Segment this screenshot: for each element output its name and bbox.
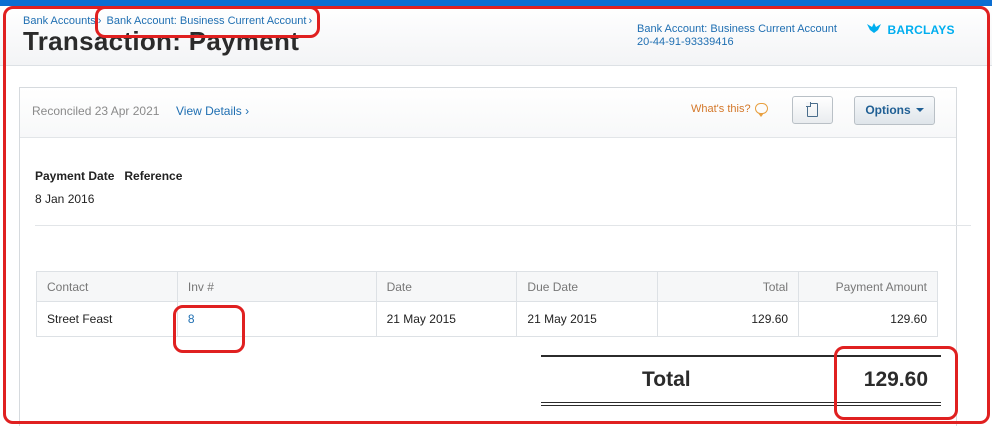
reconcile-status-bar: Reconciled 23 Apr 2021 View Details › Wh… bbox=[20, 88, 956, 138]
bank-name: BARCLAYS bbox=[887, 23, 955, 37]
total-rule-top bbox=[541, 355, 941, 357]
whats-this-link[interactable]: What's this? bbox=[691, 103, 768, 117]
payment-details: Payment Date Reference 8 Jan 2016 bbox=[35, 169, 192, 206]
invoice-lines-table: Contact Inv # Date Due Date Total Paymen… bbox=[36, 271, 938, 337]
page-title: Transaction: Payment bbox=[23, 26, 300, 56]
column-header-total: Total bbox=[657, 271, 800, 302]
table-row: Street Feast 8 21 May 2015 21 May 2015 1… bbox=[36, 301, 938, 337]
reference-label: Reference bbox=[124, 169, 183, 183]
table-header-row: Contact Inv # Date Due Date Total Paymen… bbox=[36, 271, 938, 302]
column-header-contact: Contact bbox=[36, 271, 178, 302]
caret-down-icon bbox=[915, 108, 924, 112]
invoice-link[interactable]: 8 bbox=[188, 312, 195, 326]
page-header: Bank Accounts › Bank Account: Business Cu… bbox=[0, 6, 992, 66]
breadcrumb-separator: › bbox=[308, 15, 313, 27]
speech-bubble-icon bbox=[754, 103, 768, 117]
total-label: Total bbox=[642, 368, 691, 391]
column-header-payment-amount: Payment Amount bbox=[798, 271, 938, 302]
cell-date: 21 May 2015 bbox=[375, 301, 518, 337]
account-name[interactable]: Bank Account: Business Current Account bbox=[637, 23, 837, 36]
options-label: Options bbox=[865, 103, 911, 117]
options-button[interactable]: Options bbox=[854, 96, 935, 125]
column-header-due-date: Due Date bbox=[516, 271, 659, 302]
cell-inv: 8 bbox=[176, 301, 377, 337]
section-divider bbox=[35, 225, 971, 226]
total-value: 129.60 bbox=[863, 368, 928, 391]
payment-date-label: Payment Date bbox=[35, 169, 115, 183]
cell-due-date: 21 May 2015 bbox=[516, 301, 659, 337]
transaction-panel: Reconciled 23 Apr 2021 View Details › Wh… bbox=[19, 87, 971, 426]
document-button[interactable] bbox=[792, 96, 833, 124]
cell-payment-amount: 129.60 bbox=[798, 301, 938, 337]
column-header-date: Date bbox=[375, 271, 518, 302]
eagle-icon bbox=[866, 23, 886, 37]
column-header-inv: Inv # bbox=[176, 271, 377, 302]
cell-total: 129.60 bbox=[657, 301, 800, 337]
account-info: Bank Account: Business Current Account 2… bbox=[637, 23, 837, 49]
document-icon bbox=[806, 102, 818, 117]
reconciled-status: Reconciled 23 Apr 2021 bbox=[32, 104, 160, 118]
bank-logo: BARCLAYS bbox=[866, 22, 955, 37]
total-rule-bottom bbox=[541, 402, 941, 406]
cell-contact: Street Feast bbox=[36, 301, 178, 337]
whats-this-label: What's this? bbox=[691, 103, 751, 115]
account-number: 20-44-91-93339416 bbox=[637, 36, 734, 48]
view-details-link[interactable]: View Details › bbox=[176, 104, 249, 118]
payment-date-value: 8 Jan 2016 bbox=[35, 192, 95, 206]
